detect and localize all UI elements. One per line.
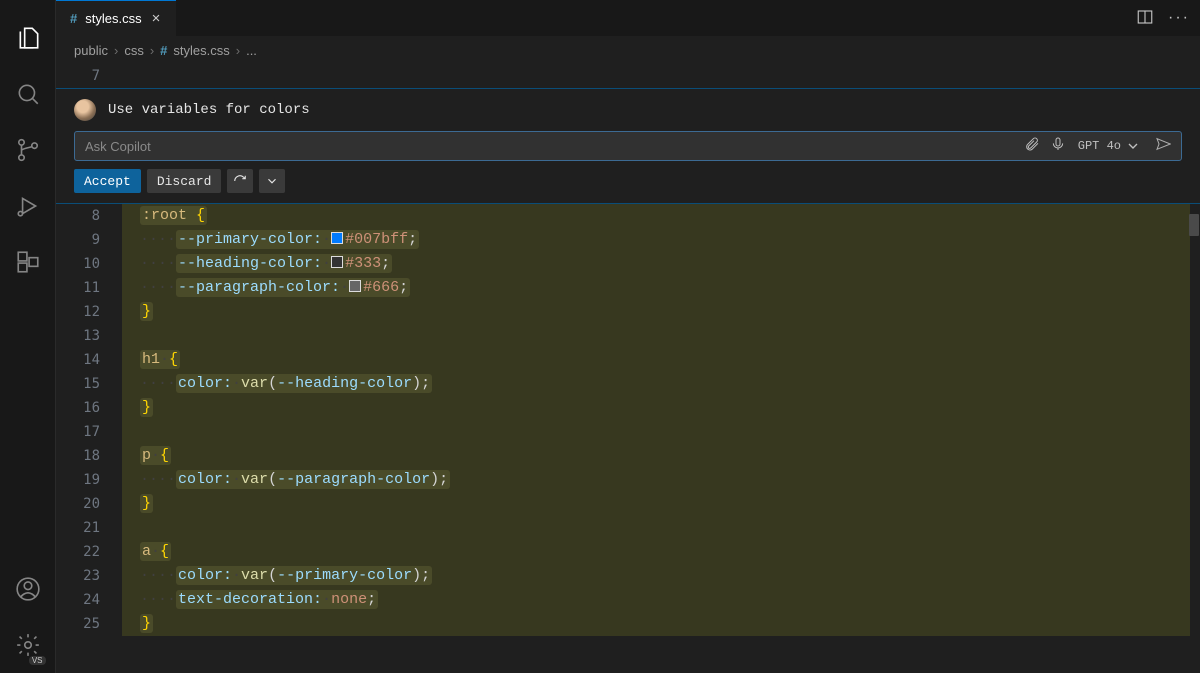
code-line[interactable]: h1·{	[122, 348, 1190, 372]
line-number: 23	[56, 564, 122, 588]
line-number: 7	[56, 64, 122, 88]
regenerate-button[interactable]	[227, 169, 253, 193]
code-line[interactable]: }	[122, 396, 1190, 420]
breadcrumb-trail[interactable]: ...	[246, 43, 257, 58]
line-number: 19	[56, 468, 122, 492]
line-number: 24	[56, 588, 122, 612]
chevron-right-icon: ›	[150, 43, 154, 58]
line-number: 22	[56, 540, 122, 564]
color-swatch[interactable]	[349, 280, 361, 292]
code-line[interactable]: p·{	[122, 444, 1190, 468]
send-icon[interactable]	[1155, 136, 1171, 157]
tab-styles-css[interactable]: # styles.css ×	[56, 0, 176, 36]
code-line[interactable]: ····--primary-color:·#007bff;	[122, 228, 1190, 252]
line-number: 9	[56, 228, 122, 252]
accept-button[interactable]: Accept	[74, 169, 141, 193]
explorer-icon[interactable]	[0, 10, 56, 66]
breadcrumb[interactable]: public › css › # styles.css › ...	[56, 36, 1200, 64]
line-number: 10	[56, 252, 122, 276]
line-number: 11	[56, 276, 122, 300]
attachment-icon[interactable]	[1024, 136, 1040, 157]
chevron-right-icon: ›	[236, 43, 240, 58]
copilot-prompt-text: Use variables for colors	[108, 102, 310, 118]
line-number: 17	[56, 420, 122, 444]
code-line[interactable]: }	[122, 300, 1190, 324]
code-line[interactable]: ····--paragraph-color:·#666;	[122, 276, 1190, 300]
code-line[interactable]: ····--heading-color:·#333;	[122, 252, 1190, 276]
breadcrumb-segment[interactable]: css	[124, 43, 144, 58]
split-editor-icon[interactable]	[1136, 8, 1154, 29]
line-number: 15	[56, 372, 122, 396]
source-control-icon[interactable]	[0, 122, 56, 178]
code-line[interactable]	[122, 420, 1190, 444]
line-number: 12	[56, 300, 122, 324]
breadcrumb-segment[interactable]: public	[74, 43, 108, 58]
code-line[interactable]: :root {	[122, 204, 1190, 228]
code-line[interactable]: a·{	[122, 540, 1190, 564]
discard-button[interactable]: Discard	[147, 169, 222, 193]
line-number: 13	[56, 324, 122, 348]
avatar	[74, 99, 96, 121]
copilot-input[interactable]	[85, 139, 1014, 154]
extensions-icon[interactable]	[0, 234, 56, 290]
line-number: 16	[56, 396, 122, 420]
code-line[interactable]: ····color:·var(--primary-color);	[122, 564, 1190, 588]
color-swatch[interactable]	[331, 256, 343, 268]
settings-icon[interactable]: VS	[0, 617, 56, 673]
tab-label: styles.css	[85, 11, 141, 26]
code-line[interactable]	[122, 324, 1190, 348]
more-actions-icon[interactable]: ···	[1168, 9, 1190, 27]
tab-bar: # styles.css × ···	[56, 0, 1200, 36]
code-editor[interactable]: 7 Use variables for colors	[56, 64, 1200, 673]
scrollbar-thumb[interactable]	[1189, 214, 1199, 236]
microphone-icon[interactable]	[1050, 136, 1066, 157]
line-number: 18	[56, 444, 122, 468]
chevron-right-icon: ›	[114, 43, 118, 58]
code-line[interactable]: }	[122, 612, 1190, 636]
css-file-icon: #	[160, 43, 167, 58]
account-icon[interactable]	[0, 561, 56, 617]
copilot-inline-panel: Use variables for colors GPT 4o	[56, 88, 1200, 204]
activity-bar: VS	[0, 0, 56, 673]
run-debug-icon[interactable]	[0, 178, 56, 234]
line-number: 21	[56, 516, 122, 540]
copilot-input-box: GPT 4o	[74, 131, 1182, 161]
code-line[interactable]: ····color:·var(--heading-color);	[122, 372, 1190, 396]
code-line[interactable]: ····text-decoration:·none;	[122, 588, 1190, 612]
line-number: 8	[56, 204, 122, 228]
close-icon[interactable]: ×	[150, 10, 163, 27]
line-number: 14	[56, 348, 122, 372]
search-icon[interactable]	[0, 66, 56, 122]
line-number: 20	[56, 492, 122, 516]
vertical-scrollbar[interactable]	[1186, 64, 1200, 673]
model-selector[interactable]: GPT 4o	[1078, 138, 1141, 154]
css-file-icon: #	[70, 11, 77, 26]
more-options-button[interactable]	[259, 169, 285, 193]
color-swatch[interactable]	[331, 232, 343, 244]
code-line[interactable]	[122, 516, 1190, 540]
line-number: 25	[56, 612, 122, 636]
chevron-down-icon	[1125, 138, 1141, 154]
code-line[interactable]: ····color:·var(--paragraph-color);	[122, 468, 1190, 492]
code-line[interactable]: }	[122, 492, 1190, 516]
breadcrumb-file[interactable]: styles.css	[173, 43, 229, 58]
